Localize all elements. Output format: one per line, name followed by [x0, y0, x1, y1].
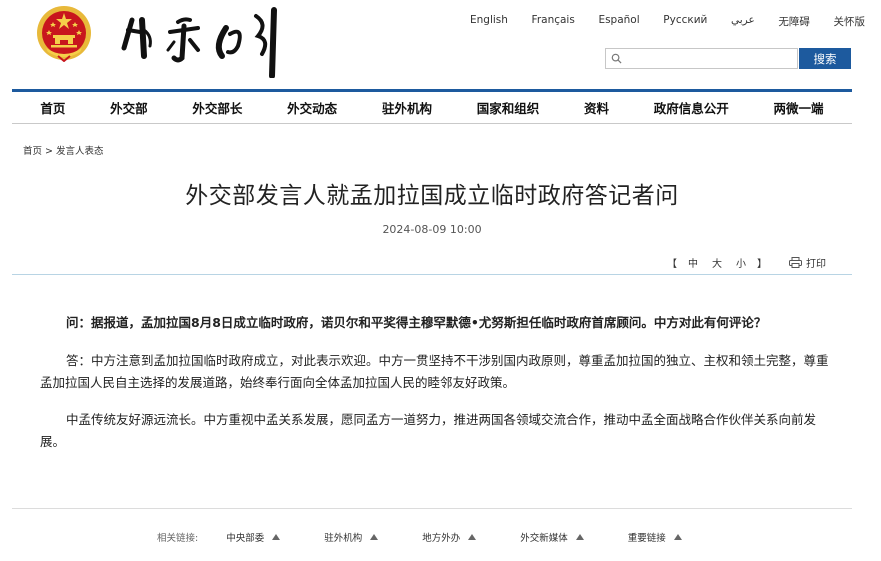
search-icon — [611, 53, 622, 64]
title-divider — [12, 274, 852, 275]
font-size-large[interactable]: 大 — [712, 255, 722, 270]
nav-countries-organizations[interactable]: 国家和组织 — [477, 98, 540, 117]
printer-icon — [789, 257, 802, 268]
caret-up-icon — [575, 534, 584, 540]
nav-social-media[interactable]: 两微一端 — [774, 98, 824, 117]
article-paragraph: 中孟传统友好源远流长。中方重视中孟关系发展，愿同孟方一道努力，推进两国各领域交流… — [40, 412, 817, 449]
footer-link-local-fao[interactable]: 地方外办 — [422, 530, 477, 544]
lang-french[interactable]: Français — [532, 14, 575, 29]
caret-up-icon — [468, 534, 477, 540]
related-links-label: 相关链接: — [157, 533, 199, 544]
lang-arabic[interactable]: عربي — [731, 14, 755, 29]
lang-russian[interactable]: Русский — [663, 14, 707, 29]
nav-minister[interactable]: 外交部长 — [192, 98, 242, 117]
footer-link-label: 重要链接 — [627, 533, 666, 544]
font-size-bracket-open: 【 — [667, 259, 677, 270]
search-input[interactable] — [606, 51, 797, 70]
nav-resources[interactable]: 资料 — [584, 98, 609, 117]
nav-diplomatic-news[interactable]: 外交动态 — [287, 98, 337, 117]
publish-date: 2024-08-09 10:00 — [382, 223, 482, 236]
lang-english[interactable]: English — [470, 14, 508, 29]
ministry-calligraphy-logo[interactable] — [118, 6, 288, 78]
breadcrumb-home[interactable]: 首页 — [23, 146, 42, 157]
breadcrumb: 首页 > 发言人表态 — [23, 143, 104, 157]
article-answer: 答：中方注意到孟加拉国临时政府成立，对此表示欢迎。中方一贯坚持不干涉别国内政原则… — [40, 353, 829, 390]
search-box — [605, 48, 798, 70]
font-size-bracket-close: 】 — [757, 259, 767, 270]
language-links: English Français Español Русский عربي 无障… — [470, 14, 865, 29]
article-body: 问：据报道，孟加拉国8月8日成立临时政府，诺贝尔和平奖得主穆罕默德•尤努斯担任临… — [40, 312, 832, 468]
related-links: 相关链接: 中央部委 驻外机构 地方外办 外交新媒体 重要链接 — [157, 530, 726, 544]
footer-link-new-media[interactable]: 外交新媒体 — [520, 530, 584, 544]
caret-up-icon — [673, 534, 682, 540]
article-question: 问：据报道，孟加拉国8月8日成立临时政府，诺贝尔和平奖得主穆罕默德•尤努斯担任临… — [66, 315, 767, 330]
site-header: English Français Español Русский عربي 无障… — [0, 0, 881, 90]
nav-gov-info-disclosure[interactable]: 政府信息公开 — [654, 98, 729, 117]
footer-link-missions[interactable]: 驻外机构 — [324, 530, 379, 544]
nav-missions-abroad[interactable]: 驻外机构 — [382, 98, 432, 117]
print-label: 打印 — [806, 259, 826, 270]
nav-ministry[interactable]: 外交部 — [110, 98, 148, 117]
footer-link-important[interactable]: 重要链接 — [628, 530, 682, 544]
lang-spanish[interactable]: Español — [598, 14, 639, 29]
font-size-medium[interactable]: 中 — [688, 255, 698, 270]
footer-link-label: 驻外机构 — [324, 533, 363, 544]
caret-up-icon — [370, 534, 379, 540]
footer-link-label: 地方外办 — [422, 533, 461, 544]
nav-home[interactable]: 首页 — [40, 98, 65, 117]
care-version-link[interactable]: 关怀版 — [833, 14, 865, 29]
footer-link-label: 外交新媒体 — [520, 533, 568, 544]
national-emblem-icon[interactable] — [36, 4, 92, 62]
breadcrumb-current[interactable]: 发言人表态 — [56, 146, 104, 157]
print-button[interactable]: 打印 — [789, 255, 826, 270]
main-nav: 首页 外交部 外交部长 外交动态 驻外机构 国家和组织 资料 政府信息公开 两微… — [12, 89, 852, 124]
footer-divider — [12, 508, 852, 509]
search-button[interactable]: 搜索 — [799, 48, 851, 69]
footer-link-label: 中央部委 — [226, 533, 265, 544]
breadcrumb-separator: > — [45, 146, 54, 157]
caret-up-icon — [272, 534, 281, 540]
footer-link-central-ministries[interactable]: 中央部委 — [226, 530, 281, 544]
font-size-small[interactable]: 小 — [736, 255, 746, 270]
accessibility-link[interactable]: 无障碍 — [778, 14, 810, 29]
page-title: 外交部发言人就孟加拉国成立临时政府答记者问 — [185, 183, 679, 209]
article-tools: 【 中 大 小 】 打印 — [663, 255, 826, 270]
